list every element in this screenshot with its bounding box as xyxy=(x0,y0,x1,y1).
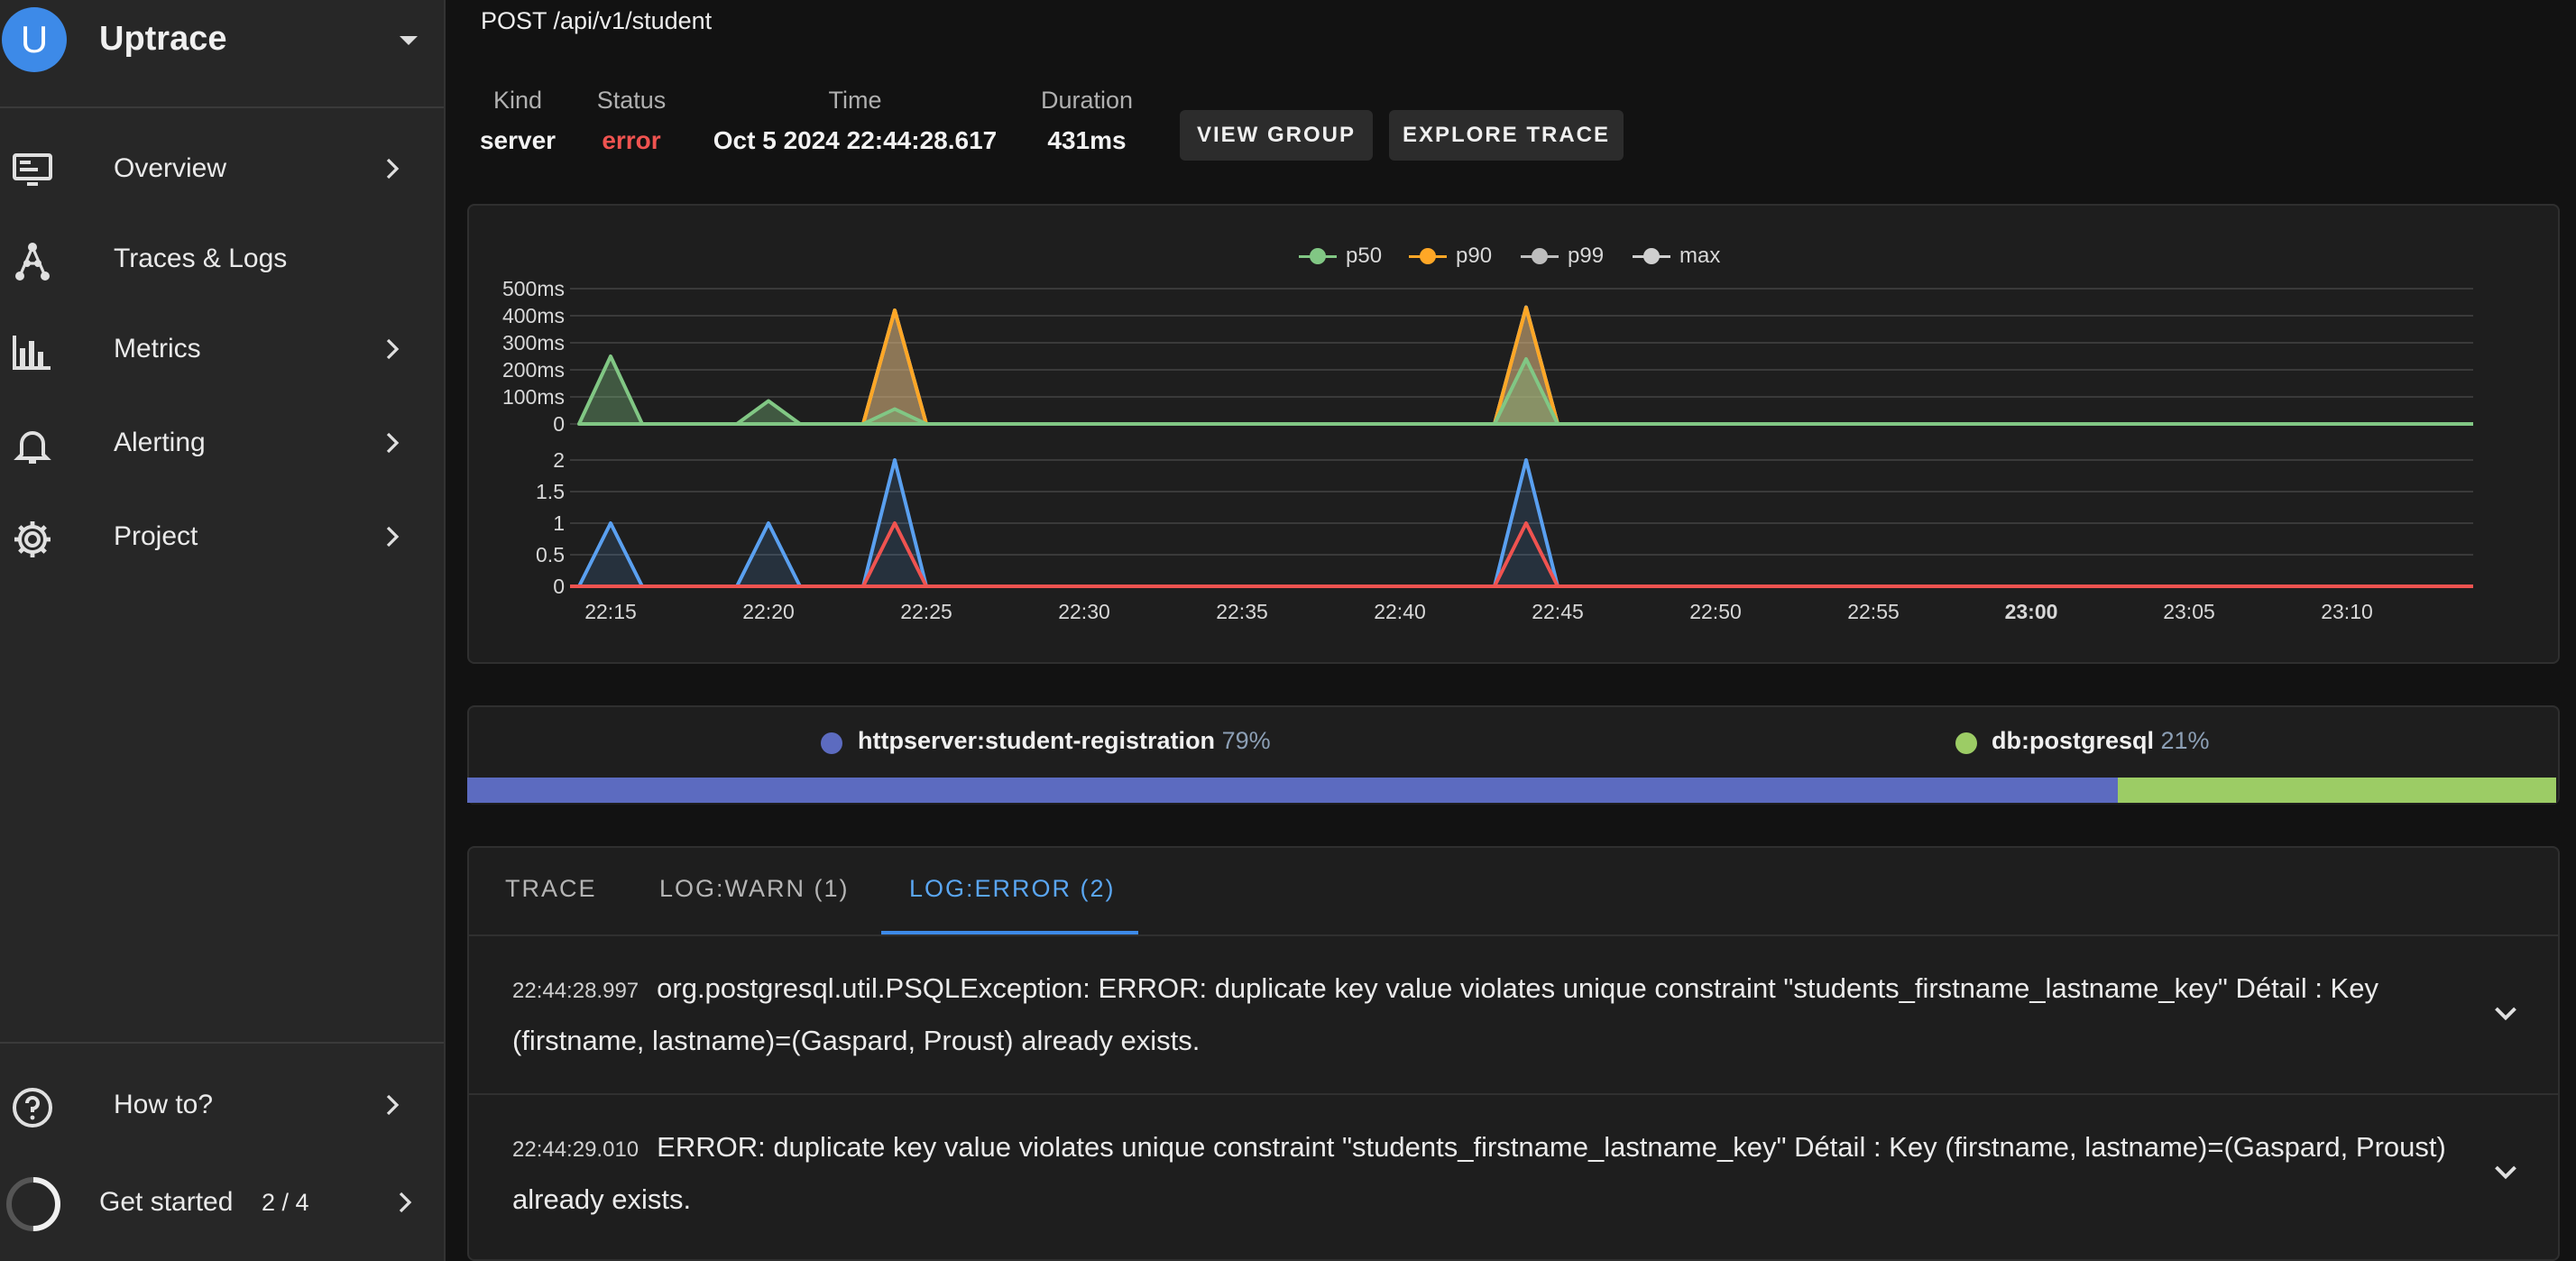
log-entry: 22:44:28.997 org.postgresql.util.PSQLExce… xyxy=(512,963,2452,1065)
breakdown-item-db[interactable]: db:postgresql 21% xyxy=(1992,727,2210,755)
chevron-right-icon xyxy=(386,1094,400,1116)
breakdown-item-httpserver[interactable]: httpserver:student-registration 79% xyxy=(858,727,1271,755)
log-row[interactable]: 22:44:29.010 ERROR: duplicate key value v… xyxy=(469,1104,2558,1250)
sidebar-item-project[interactable]: Project xyxy=(0,502,444,574)
time-value: Oct 5 2024 22:44:28.617 xyxy=(713,126,998,154)
db-dot xyxy=(1955,732,1977,754)
view-group-button[interactable]: VIEW GROUP xyxy=(1180,110,1373,161)
sidebar-item-label: Metrics xyxy=(114,334,201,364)
sidebar-item-alerting[interactable]: Alerting xyxy=(0,408,444,480)
httpserver-bar[interactable] xyxy=(467,778,2118,803)
sidebar-divider xyxy=(0,1042,444,1044)
legend-label: p50 xyxy=(1346,244,1383,268)
duration-label: Duration xyxy=(1040,87,1134,114)
chevron-right-icon xyxy=(386,338,400,360)
status-value: error xyxy=(602,126,661,154)
log-row[interactable]: 22:44:28.997 org.postgresql.util.PSQLExce… xyxy=(469,945,2558,1091)
chevron-down-icon[interactable] xyxy=(2489,1156,2522,1189)
legend-dot xyxy=(1310,248,1326,264)
log-timestamp: 22:44:29.010 xyxy=(512,1137,639,1162)
sidebar-item-label: How to? xyxy=(114,1090,214,1119)
page-title: POST /api/v1/student xyxy=(481,7,713,34)
tab-trace[interactable]: TRACE xyxy=(505,875,597,903)
service-percent: 79% xyxy=(1221,727,1271,754)
sidebar-item-traces-logs[interactable]: Traces & Logs xyxy=(0,224,444,296)
legend-label: p90 xyxy=(1456,244,1493,268)
progress-ring xyxy=(6,1177,60,1231)
help-circle-icon xyxy=(13,1088,52,1128)
brand-avatar: U xyxy=(2,7,67,72)
bar-chart-icon xyxy=(13,336,51,370)
gear-icon xyxy=(14,521,51,557)
db-bar[interactable] xyxy=(2118,778,2556,803)
sidebar-item-overview[interactable]: Overview xyxy=(0,133,444,206)
sidebar-item-label: Traces & Logs xyxy=(114,244,288,273)
sidebar-item-label: Overview xyxy=(114,153,227,183)
log-divider xyxy=(469,1093,2558,1095)
get-started-label: Get started xyxy=(99,1187,234,1217)
duration-value: 431ms xyxy=(1047,126,1127,154)
brand-name: Uptrace xyxy=(99,20,227,58)
sidebar-item-label: Project xyxy=(114,521,198,551)
chevron-right-icon xyxy=(386,158,400,179)
sidebar-item-metrics[interactable]: Metrics xyxy=(0,314,444,386)
explore-trace-button[interactable]: EXPLORE TRACE xyxy=(1389,110,1624,161)
log-message: org.postgresql.util.PSQLException: ERROR… xyxy=(512,972,2378,1056)
legend-label: max xyxy=(1679,244,1721,268)
kind-value: server xyxy=(479,126,557,154)
status-label: Status xyxy=(596,87,667,114)
kind-label: Kind xyxy=(492,87,543,114)
httpserver-dot xyxy=(821,732,842,754)
log-message: ERROR: duplicate key value violates uniq… xyxy=(512,1131,2446,1215)
tab-log-warn[interactable]: LOG:WARN (1) xyxy=(659,875,850,903)
legend-label: p99 xyxy=(1568,244,1605,268)
legend-dot xyxy=(1532,248,1548,264)
legend-dot xyxy=(1643,248,1660,264)
chevron-right-icon xyxy=(386,432,400,454)
bell-icon xyxy=(14,431,51,464)
sidebar: U Uptrace Overview Traces & Logs Metrics… xyxy=(0,0,446,1261)
sidebar-item-howto[interactable]: How to? xyxy=(0,1070,444,1142)
chevron-right-icon xyxy=(399,1192,412,1213)
get-started-count: 2 / 4 xyxy=(262,1189,309,1216)
project-switcher[interactable]: U Uptrace xyxy=(0,0,444,108)
chevron-right-icon xyxy=(386,526,400,548)
traces-icon xyxy=(15,243,50,281)
log-timestamp: 22:44:28.997 xyxy=(512,979,639,1003)
service-name: db:postgresql xyxy=(1992,727,2154,754)
sidebar-item-label: Alerting xyxy=(114,428,206,457)
monitor-icon xyxy=(13,153,52,186)
time-label: Time xyxy=(828,87,882,114)
legend-dot xyxy=(1420,248,1436,264)
tabs-divider xyxy=(469,934,2558,936)
metrics-chart-card xyxy=(467,204,2560,664)
service-name: httpserver:student-registration xyxy=(858,727,1216,754)
log-entry: 22:44:29.010 ERROR: duplicate key value v… xyxy=(512,1122,2452,1224)
service-percent: 21% xyxy=(2160,727,2210,754)
caret-down-icon xyxy=(400,36,418,45)
chevron-down-icon[interactable] xyxy=(2489,998,2522,1030)
tab-log-error[interactable]: LOG:ERROR (2) xyxy=(909,875,1116,903)
